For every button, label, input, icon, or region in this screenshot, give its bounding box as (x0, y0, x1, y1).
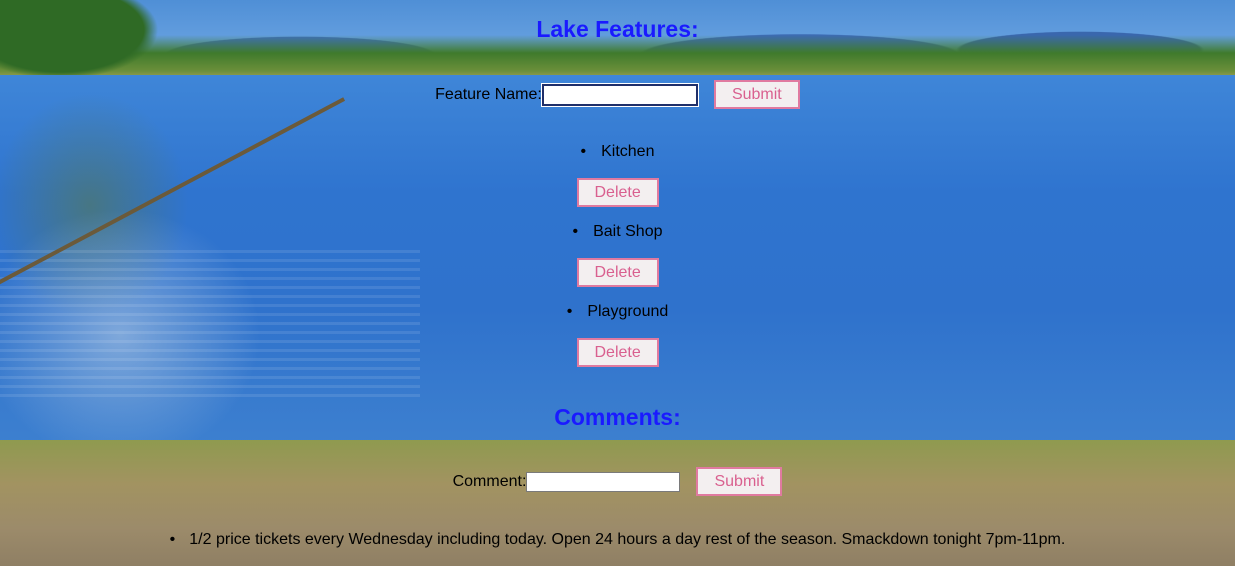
feature-list: Kitchen Delete Bait Shop Delete Playgrou… (0, 140, 1235, 380)
feature-submit-button[interactable]: Submit (713, 80, 800, 109)
feature-name-label: Feature Name: (435, 85, 542, 103)
feature-name-input[interactable] (540, 82, 699, 107)
page: Lake Features: Feature Name: Submit Kitc… (0, 0, 1235, 566)
list-item: 1/2 price tickets every Wednesday includ… (0, 530, 1235, 550)
delete-button[interactable]: Delete (576, 338, 659, 367)
features-title: Lake Features: (536, 16, 699, 42)
feature-form: Feature Name: Submit (0, 80, 1235, 109)
comment-text: 1/2 price tickets every Wednesday includ… (189, 531, 1066, 548)
comment-label: Comment: (452, 472, 527, 490)
list-item: Kitchen Delete (0, 140, 1235, 220)
feature-name-kitchen: Kitchen (581, 140, 654, 166)
list-item: Playground Delete (0, 300, 1235, 380)
feature-name-playground: Playground (567, 300, 668, 326)
delete-button[interactable]: Delete (576, 258, 659, 287)
comment-input[interactable] (526, 471, 681, 492)
list-item: Bait Shop Delete (0, 220, 1235, 300)
main-content: Lake Features: Feature Name: Submit Kitc… (0, 0, 1235, 566)
comments-title: Comments: (554, 404, 681, 430)
comment-form: Comment: Submit (0, 467, 1235, 496)
feature-name-bait-shop: Bait Shop (573, 220, 662, 246)
delete-button[interactable]: Delete (576, 178, 659, 207)
comment-submit-button[interactable]: Submit (696, 467, 783, 496)
comments-list: 1/2 price tickets every Wednesday includ… (0, 530, 1235, 550)
